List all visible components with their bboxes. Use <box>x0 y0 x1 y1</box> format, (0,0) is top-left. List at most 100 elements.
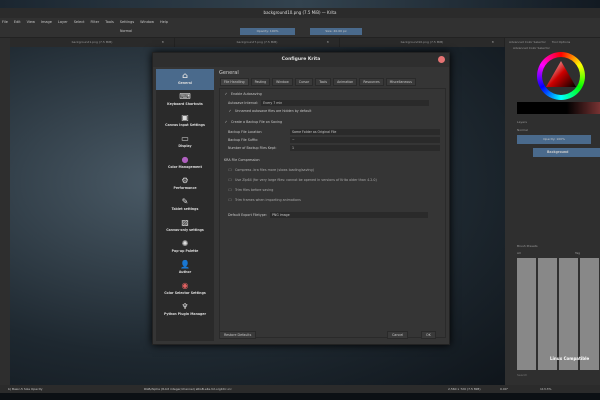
zip64-checkbox[interactable]: ☐ Use Zip64 (for very large files: cannot… <box>228 178 377 182</box>
color-wheel-icon: ◉ <box>181 281 189 290</box>
status-color-space: RGB/Alpha (8-bit integer/channel) sRGB-e… <box>144 387 232 391</box>
doc-tab[interactable]: background1.png (7.5 MiB) ✕ <box>10 38 175 47</box>
sidebar-item-canvas-only[interactable]: ▨ Canvas-only settings <box>156 216 214 237</box>
blend-mode-select[interactable]: Normal <box>120 29 132 33</box>
file-handling-panel: ✓ Enable Autosaving Autosave Interval: Eve… <box>219 88 446 338</box>
close-icon[interactable]: ✕ <box>161 38 164 47</box>
restore-defaults-button[interactable]: Restore Defaults <box>219 331 257 339</box>
sidebar-item-color-management[interactable]: ● Color Management <box>156 153 214 174</box>
export-filetype-label: Default Export Filetype: <box>228 213 267 217</box>
tab-pasting[interactable]: Pasting <box>250 78 271 86</box>
create-backup-checkbox[interactable]: ✓ Create a Backup File on Saving <box>224 120 282 124</box>
menu-window[interactable]: Window <box>140 18 154 26</box>
enable-autosave-checkbox[interactable]: ✓ Enable Autosaving <box>224 92 262 96</box>
input-icon: ▣ <box>181 113 189 122</box>
tab-tools[interactable]: Tools <box>315 78 332 86</box>
color-history-bar[interactable] <box>517 102 600 114</box>
kra-compression-heading: KRA File Compression <box>224 158 260 162</box>
layer-item-background[interactable]: Background <box>533 148 600 157</box>
menu-layer[interactable]: Layer <box>58 18 68 26</box>
settings-content: General File Handling Pasting Window Cur… <box>217 69 448 341</box>
close-icon[interactable]: ✕ <box>326 38 329 47</box>
sidebar-item-keyboard-shortcuts[interactable]: ⌨ Keyboard Shortcuts <box>156 90 214 111</box>
menu-file[interactable]: File <box>2 18 8 26</box>
compress-checkbox[interactable]: ☐ Compress .kra files more (slows loading… <box>228 168 314 172</box>
page-title: General <box>219 70 239 76</box>
sidebar-item-color-selector[interactable]: ◉ Color Selector Settings <box>156 279 214 300</box>
menu-select[interactable]: Select <box>74 18 85 26</box>
autosave-interval-spinbox[interactable]: Every 7 min <box>261 100 430 106</box>
palette-icon: ✺ <box>181 239 189 248</box>
status-zoom[interactable]: 113.3% <box>540 385 551 393</box>
menu-view[interactable]: View <box>27 18 35 26</box>
layer-opacity-slider[interactable]: Opacity: 100% <box>517 135 591 144</box>
desktop-background <box>0 393 600 400</box>
menu-bar: File Edit View Image Layer Select Filter Tools S… <box>0 18 600 26</box>
sidebar-item-display[interactable]: ▭ Display <box>156 132 214 153</box>
status-rotation: 0.00° <box>500 387 509 391</box>
tab-animation[interactable]: Animation <box>333 78 358 86</box>
gear-icon: ⚙ <box>181 176 189 185</box>
window-title: background10.png (7.5 MiB) — Krita <box>0 8 600 18</box>
tab-window[interactable]: Window <box>272 78 293 86</box>
doc-tab[interactable]: background7.png (7.5 MiB) ✕ <box>175 38 340 47</box>
brush-preset-grid[interactable] <box>517 258 600 370</box>
tab-tool-options[interactable]: Tool Options <box>552 38 570 46</box>
backup-suffix-input[interactable]: ~ <box>290 137 440 143</box>
brush-tag-select[interactable]: Tag <box>575 251 580 255</box>
home-icon: ⌂ <box>182 71 188 80</box>
ok-button[interactable]: OK <box>421 331 436 339</box>
backup-suffix-label: Backup File Suffix: <box>228 138 259 142</box>
tab-color-selector[interactable]: Advanced Color Selector <box>509 38 546 46</box>
tab-miscellaneous[interactable]: Miscellaneous <box>385 78 416 86</box>
menu-settings[interactable]: Settings <box>120 18 134 26</box>
close-icon[interactable]: ✕ <box>491 38 494 47</box>
menu-edit[interactable]: Edit <box>14 18 21 26</box>
brush-search-input[interactable]: Search <box>517 373 527 377</box>
sidebar-item-author[interactable]: 👤 Author <box>156 258 214 279</box>
color-selector-title: Advanced Color Selector <box>513 46 550 50</box>
keyboard-icon: ⌨ <box>179 92 191 101</box>
size-slider[interactable]: Size: 40.00 px <box>310 28 362 35</box>
close-button[interactable] <box>438 56 445 63</box>
doc-tab[interactable]: background10.png (7.5 MiB) ✕ <box>340 38 505 47</box>
dialog-title: Configure Krita <box>153 53 449 67</box>
tab-file-handling[interactable]: File Handling <box>220 78 249 86</box>
image-icon: ▨ <box>181 218 189 227</box>
backup-count-spinbox[interactable]: 1 <box>290 145 440 151</box>
sidebar-item-popup-palette[interactable]: ✺ Pop-up Palette <box>156 237 214 258</box>
python-icon: ♆ <box>181 302 189 311</box>
configure-dialog: Configure Krita ⌂ General ⌨ Keyboard Short… <box>152 52 450 345</box>
backup-location-select[interactable]: Same Folder as Original File <box>290 129 440 135</box>
menu-image[interactable]: Image <box>41 18 52 26</box>
sidebar-item-canvas-input[interactable]: ▣ Canvas Input Settings <box>156 111 214 132</box>
color-icon: ● <box>181 155 189 164</box>
user-icon: 👤 <box>180 260 190 269</box>
menu-tools[interactable]: Tools <box>105 18 114 26</box>
status-brush: b) Basic-5 Size Opacity <box>8 387 43 391</box>
trim-files-checkbox[interactable]: ☐ Trim files before saving <box>228 188 274 192</box>
tab-resources[interactable]: Resources <box>359 78 384 86</box>
layers-title: Layers <box>517 120 527 124</box>
sidebar-item-python-plugins[interactable]: ♆ Python Plugin Manager <box>156 300 214 321</box>
sidebar-item-general[interactable]: ⌂ General <box>156 69 214 90</box>
color-wheel[interactable] <box>537 52 585 100</box>
menu-help[interactable]: Help <box>160 18 168 26</box>
opacity-slider[interactable]: Opacity: 100% <box>240 28 295 35</box>
tablet-icon: ✎ <box>181 197 189 206</box>
export-filetype-select[interactable]: PNG image <box>269 212 428 218</box>
right-dock: Advanced Color Selector Tool Options Adva… <box>505 38 600 385</box>
tab-cursor[interactable]: Cursor <box>294 78 314 86</box>
layer-blend-select[interactable]: Normal <box>517 128 528 132</box>
menu-filter[interactable]: Filter <box>91 18 100 26</box>
sidebar-item-performance[interactable]: ⚙ Performance <box>156 174 214 195</box>
toolbar: Normal Opacity: 100% Size: 40.00 px <box>0 26 600 38</box>
unnamed-hidden-checkbox[interactable]: ✓ Unnamed autosave files are hidden by de… <box>228 109 312 113</box>
toolbox[interactable] <box>0 38 10 385</box>
status-dimensions: 2,560 x 720 (7.5 MiB) <box>448 387 481 391</box>
cancel-button[interactable]: Cancel <box>387 331 409 339</box>
brush-filter-select[interactable]: All <box>517 251 521 255</box>
backup-count-label: Number of Backup Files Kept: <box>228 146 277 150</box>
sidebar-item-tablet[interactable]: ✎ Tablet settings <box>156 195 214 216</box>
trim-frames-checkbox[interactable]: ☐ Trim frames when importing animations <box>228 198 301 202</box>
